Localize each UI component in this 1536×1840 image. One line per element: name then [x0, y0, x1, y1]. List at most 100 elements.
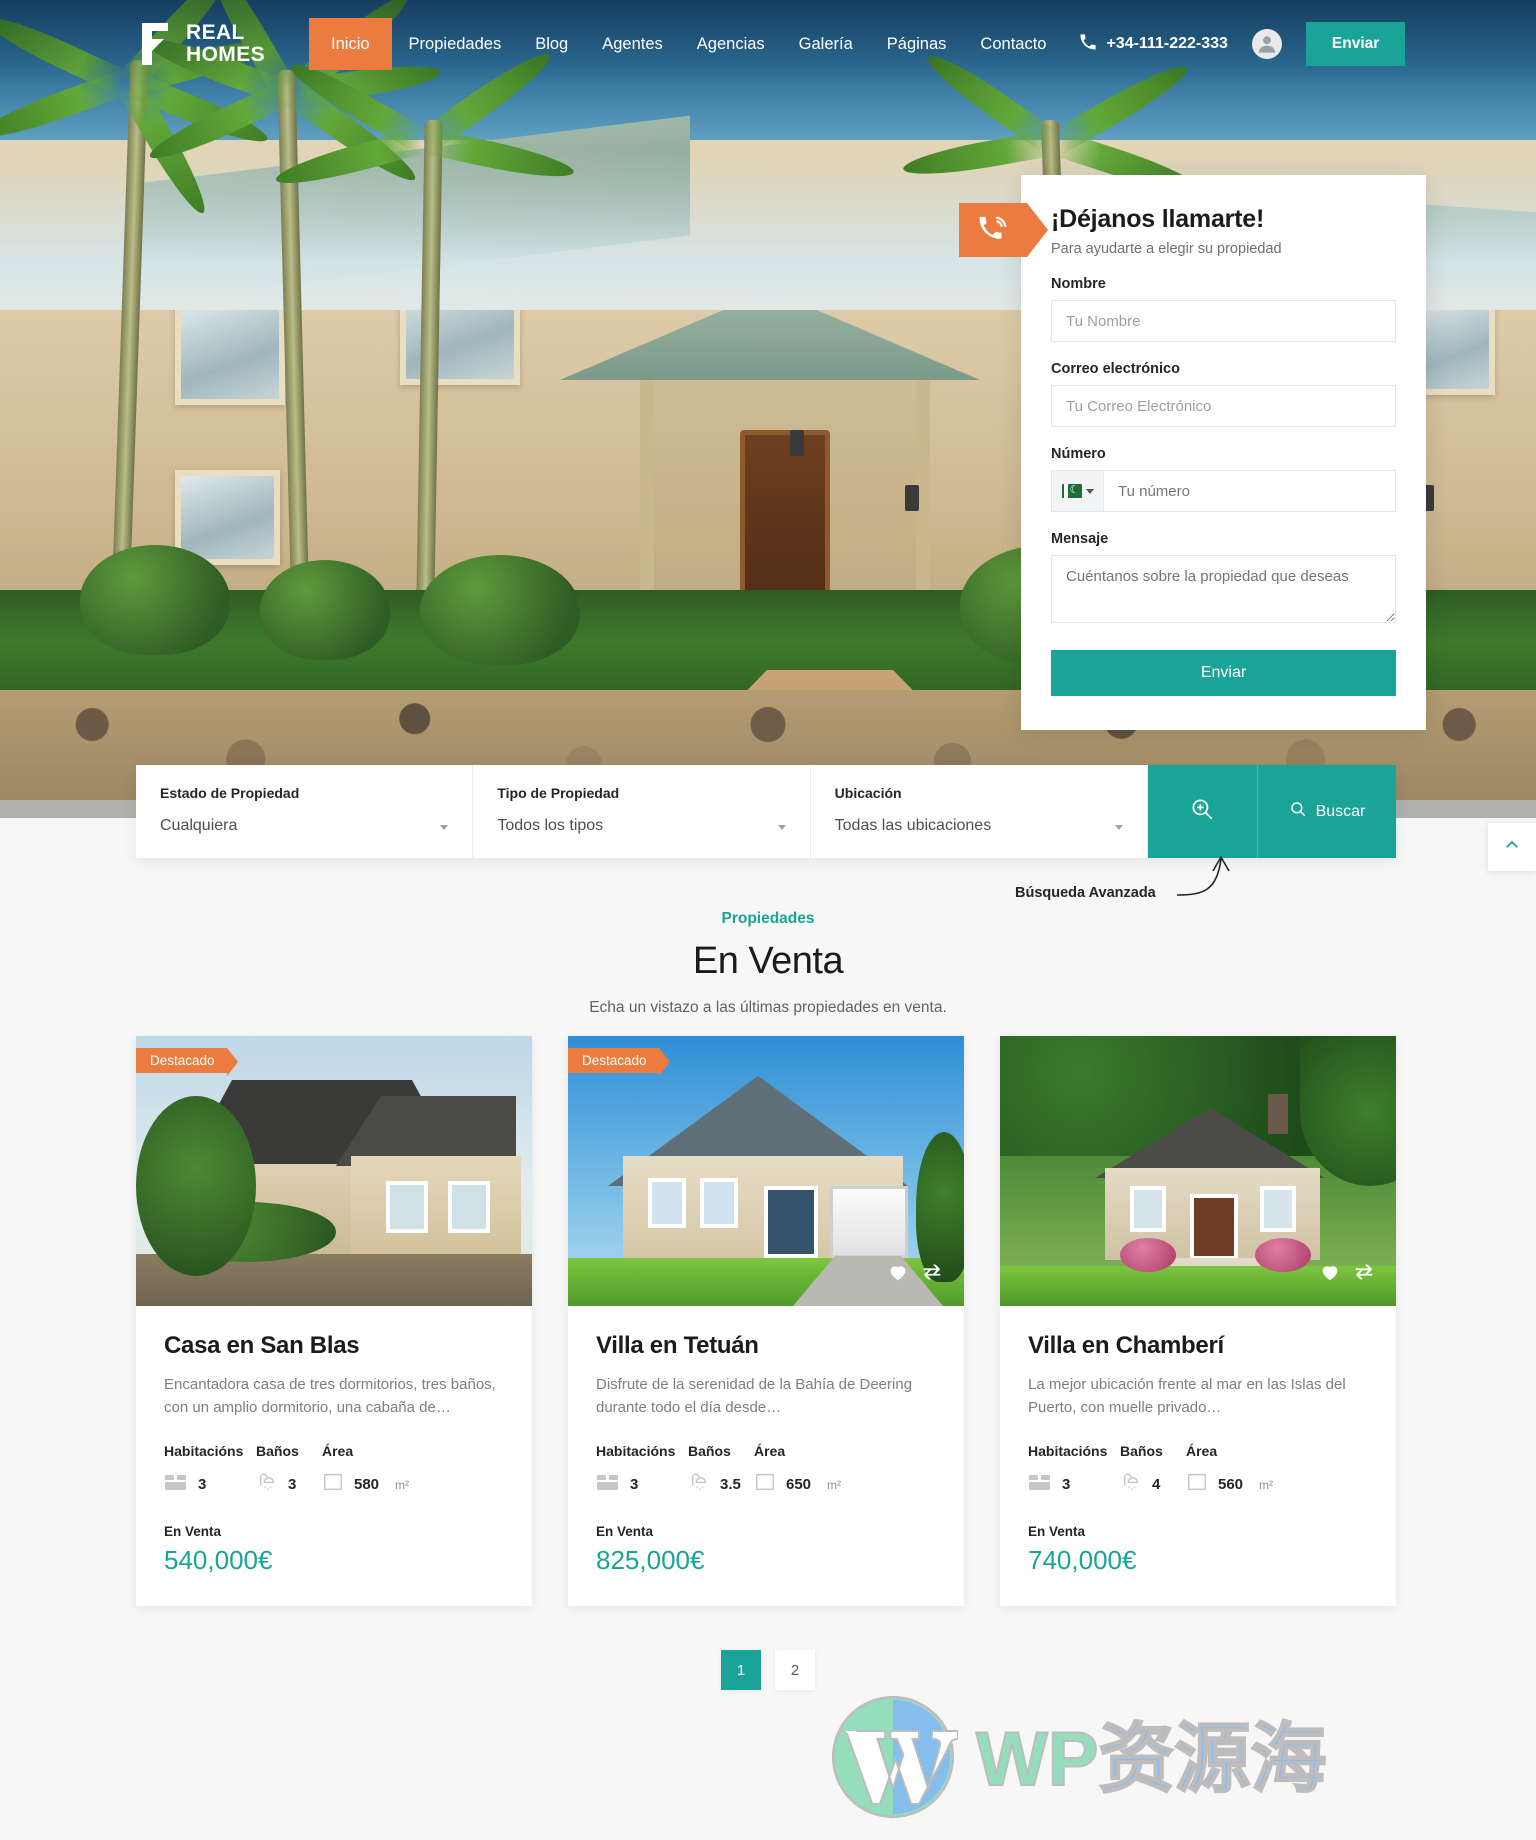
advanced-search-arrow-icon — [1175, 855, 1245, 910]
beds-value: 3 — [630, 1476, 639, 1493]
filter-ubicacion-label: Ubicación — [834, 785, 902, 801]
property-status: En Venta — [596, 1524, 654, 1539]
magnifier-plus-icon — [1189, 796, 1215, 827]
shrub — [260, 560, 390, 660]
nav-item-paginas[interactable]: Páginas — [870, 18, 964, 70]
wp-watermark: WP资源海 — [828, 1692, 1327, 1827]
logo-text: REAL HOMES — [186, 22, 265, 65]
property-specs-header: Habitacións Baños Área — [1028, 1443, 1368, 1459]
chevron-down-icon — [440, 825, 449, 830]
card-window — [448, 1181, 490, 1233]
bed-icon — [1028, 1472, 1052, 1497]
advanced-search-button[interactable] — [1147, 765, 1258, 858]
correo-input[interactable] — [1051, 385, 1396, 427]
bed-icon — [596, 1472, 620, 1497]
site-logo[interactable]: REAL HOMES — [138, 21, 265, 67]
card-door — [764, 1186, 818, 1258]
property-status: En Venta — [164, 1524, 222, 1539]
label-mensaje: Mensaje — [1051, 531, 1109, 547]
section-eyebrow: Propiedades — [721, 910, 815, 927]
spec-label-baths: Baños — [256, 1443, 299, 1459]
header-send-button[interactable]: Enviar — [1305, 22, 1406, 66]
search-button[interactable]: Buscar — [1257, 765, 1396, 858]
spec-label-beds: Habitacións — [596, 1443, 676, 1459]
phone-ring-icon — [959, 203, 1048, 257]
watermark-cn: 资源海 — [1097, 1716, 1327, 1802]
heart-icon[interactable] — [1318, 1261, 1342, 1288]
mensaje-textarea[interactable] — [1051, 555, 1396, 623]
property-card-list: Destacado Casa en San Blas Encantadora c… — [136, 1036, 1396, 1606]
spec-label-beds: Habitacións — [1028, 1443, 1108, 1459]
filter-estado[interactable]: Estado de Propiedad Cualquiera — [136, 765, 474, 858]
pakistan-flag-icon — [1061, 483, 1082, 498]
nav-item-agentes[interactable]: Agentes — [585, 18, 680, 70]
nav-item-propiedades[interactable]: Propiedades — [392, 18, 519, 70]
window — [175, 300, 285, 405]
property-image[interactable] — [1000, 1036, 1396, 1306]
callback-title: ¡Déjanos llamarte! — [1051, 205, 1265, 233]
header-phone[interactable]: +34-111-222-333 — [1079, 33, 1228, 56]
property-description: Disfrute de la serenidad de la Bahía de … — [596, 1376, 913, 1417]
featured-badge: Destacado — [568, 1048, 670, 1076]
area-icon — [322, 1471, 344, 1498]
section-subtitle: Echa un vistazo a las últimas propiedade… — [589, 999, 947, 1016]
callback-submit-button[interactable]: Enviar — [1051, 650, 1396, 696]
card-flowers — [1120, 1238, 1176, 1272]
nav-item-blog[interactable]: Blog — [518, 18, 585, 70]
nav-item-inicio[interactable]: Inicio — [309, 18, 392, 70]
nav-item-agencias[interactable]: Agencias — [680, 18, 782, 70]
nombre-input[interactable] — [1051, 300, 1396, 342]
property-image[interactable]: Destacado — [568, 1036, 964, 1306]
callback-subtitle: Para ayudarte a elegir su propiedad — [1051, 241, 1282, 257]
card-tree — [916, 1132, 964, 1282]
compare-arrows-icon[interactable] — [920, 1261, 944, 1288]
area-icon — [754, 1471, 776, 1498]
card-chimney — [1268, 1094, 1288, 1134]
beds-value: 3 — [198, 1476, 207, 1493]
card-door — [1190, 1194, 1238, 1260]
nav-item-contacto[interactable]: Contacto — [963, 18, 1063, 70]
user-account-icon[interactable] — [1251, 29, 1282, 59]
spec-label-baths: Baños — [688, 1443, 731, 1459]
property-card[interactable]: Destacado Casa en San Blas Encantadora c… — [136, 1036, 532, 1606]
pagination-page-1[interactable]: 1 — [721, 1650, 761, 1690]
property-specs-header: Habitacións Baños Área — [164, 1443, 504, 1459]
section-header: Propiedades En Venta Echa un vistazo a l… — [0, 910, 1536, 1017]
property-specs-values: 3 3 580 m² — [164, 1471, 504, 1498]
page-title: En Venta — [692, 940, 844, 982]
watermark-text: WP资源海 — [975, 1720, 1327, 1798]
spec-beds: 3 — [164, 1472, 256, 1497]
country-selector[interactable] — [1052, 471, 1104, 511]
property-title[interactable]: Villa en Chamberí — [1028, 1332, 1368, 1360]
search-icon — [1289, 800, 1307, 823]
property-image[interactable]: Destacado — [136, 1036, 532, 1306]
pagination-page-2[interactable]: 2 — [775, 1650, 815, 1690]
spec-label-area: Área — [322, 1443, 354, 1459]
property-title[interactable]: Casa en San Blas — [164, 1332, 504, 1360]
spec-baths: 4 — [1120, 1471, 1186, 1498]
scroll-to-top-button[interactable] — [1488, 823, 1536, 871]
property-search-bar: Estado de Propiedad Cualquiera Tipo de P… — [136, 765, 1396, 858]
area-unit: m² — [1259, 1477, 1274, 1492]
bed-icon — [164, 1472, 188, 1497]
card-window — [386, 1181, 428, 1233]
numero-input[interactable] — [1104, 471, 1395, 511]
filter-ubicacion[interactable]: Ubicación Todas las ubicaciones — [811, 765, 1148, 858]
heart-icon[interactable] — [886, 1261, 910, 1288]
property-card[interactable]: Villa en Chamberí La mejor ubicación fre… — [1000, 1036, 1396, 1606]
property-card-body: Villa en Chamberí La mejor ubicación fre… — [1000, 1306, 1396, 1606]
compare-arrows-icon[interactable] — [1352, 1261, 1376, 1288]
nav-item-galeria[interactable]: Galería — [782, 18, 870, 70]
filter-tipo-value: Todos los tipos — [497, 817, 604, 834]
property-status: En Venta — [1028, 1524, 1086, 1539]
real-homes-logo-icon — [138, 21, 172, 67]
top-navigation: REAL HOMES Inicio Propiedades Blog Agent… — [0, 0, 1536, 88]
filter-tipo[interactable]: Tipo de Propiedad Todos los tipos — [473, 765, 811, 858]
spec-beds: 3 — [596, 1472, 688, 1497]
baths-value: 4 — [1152, 1476, 1161, 1493]
shower-icon — [688, 1471, 710, 1498]
property-title[interactable]: Villa en Tetuán — [596, 1332, 936, 1360]
property-card[interactable]: Destacado Villa en Tetuán Disfrute de la… — [568, 1036, 964, 1606]
shower-icon — [1120, 1471, 1142, 1498]
card-action-icons — [1318, 1261, 1376, 1288]
